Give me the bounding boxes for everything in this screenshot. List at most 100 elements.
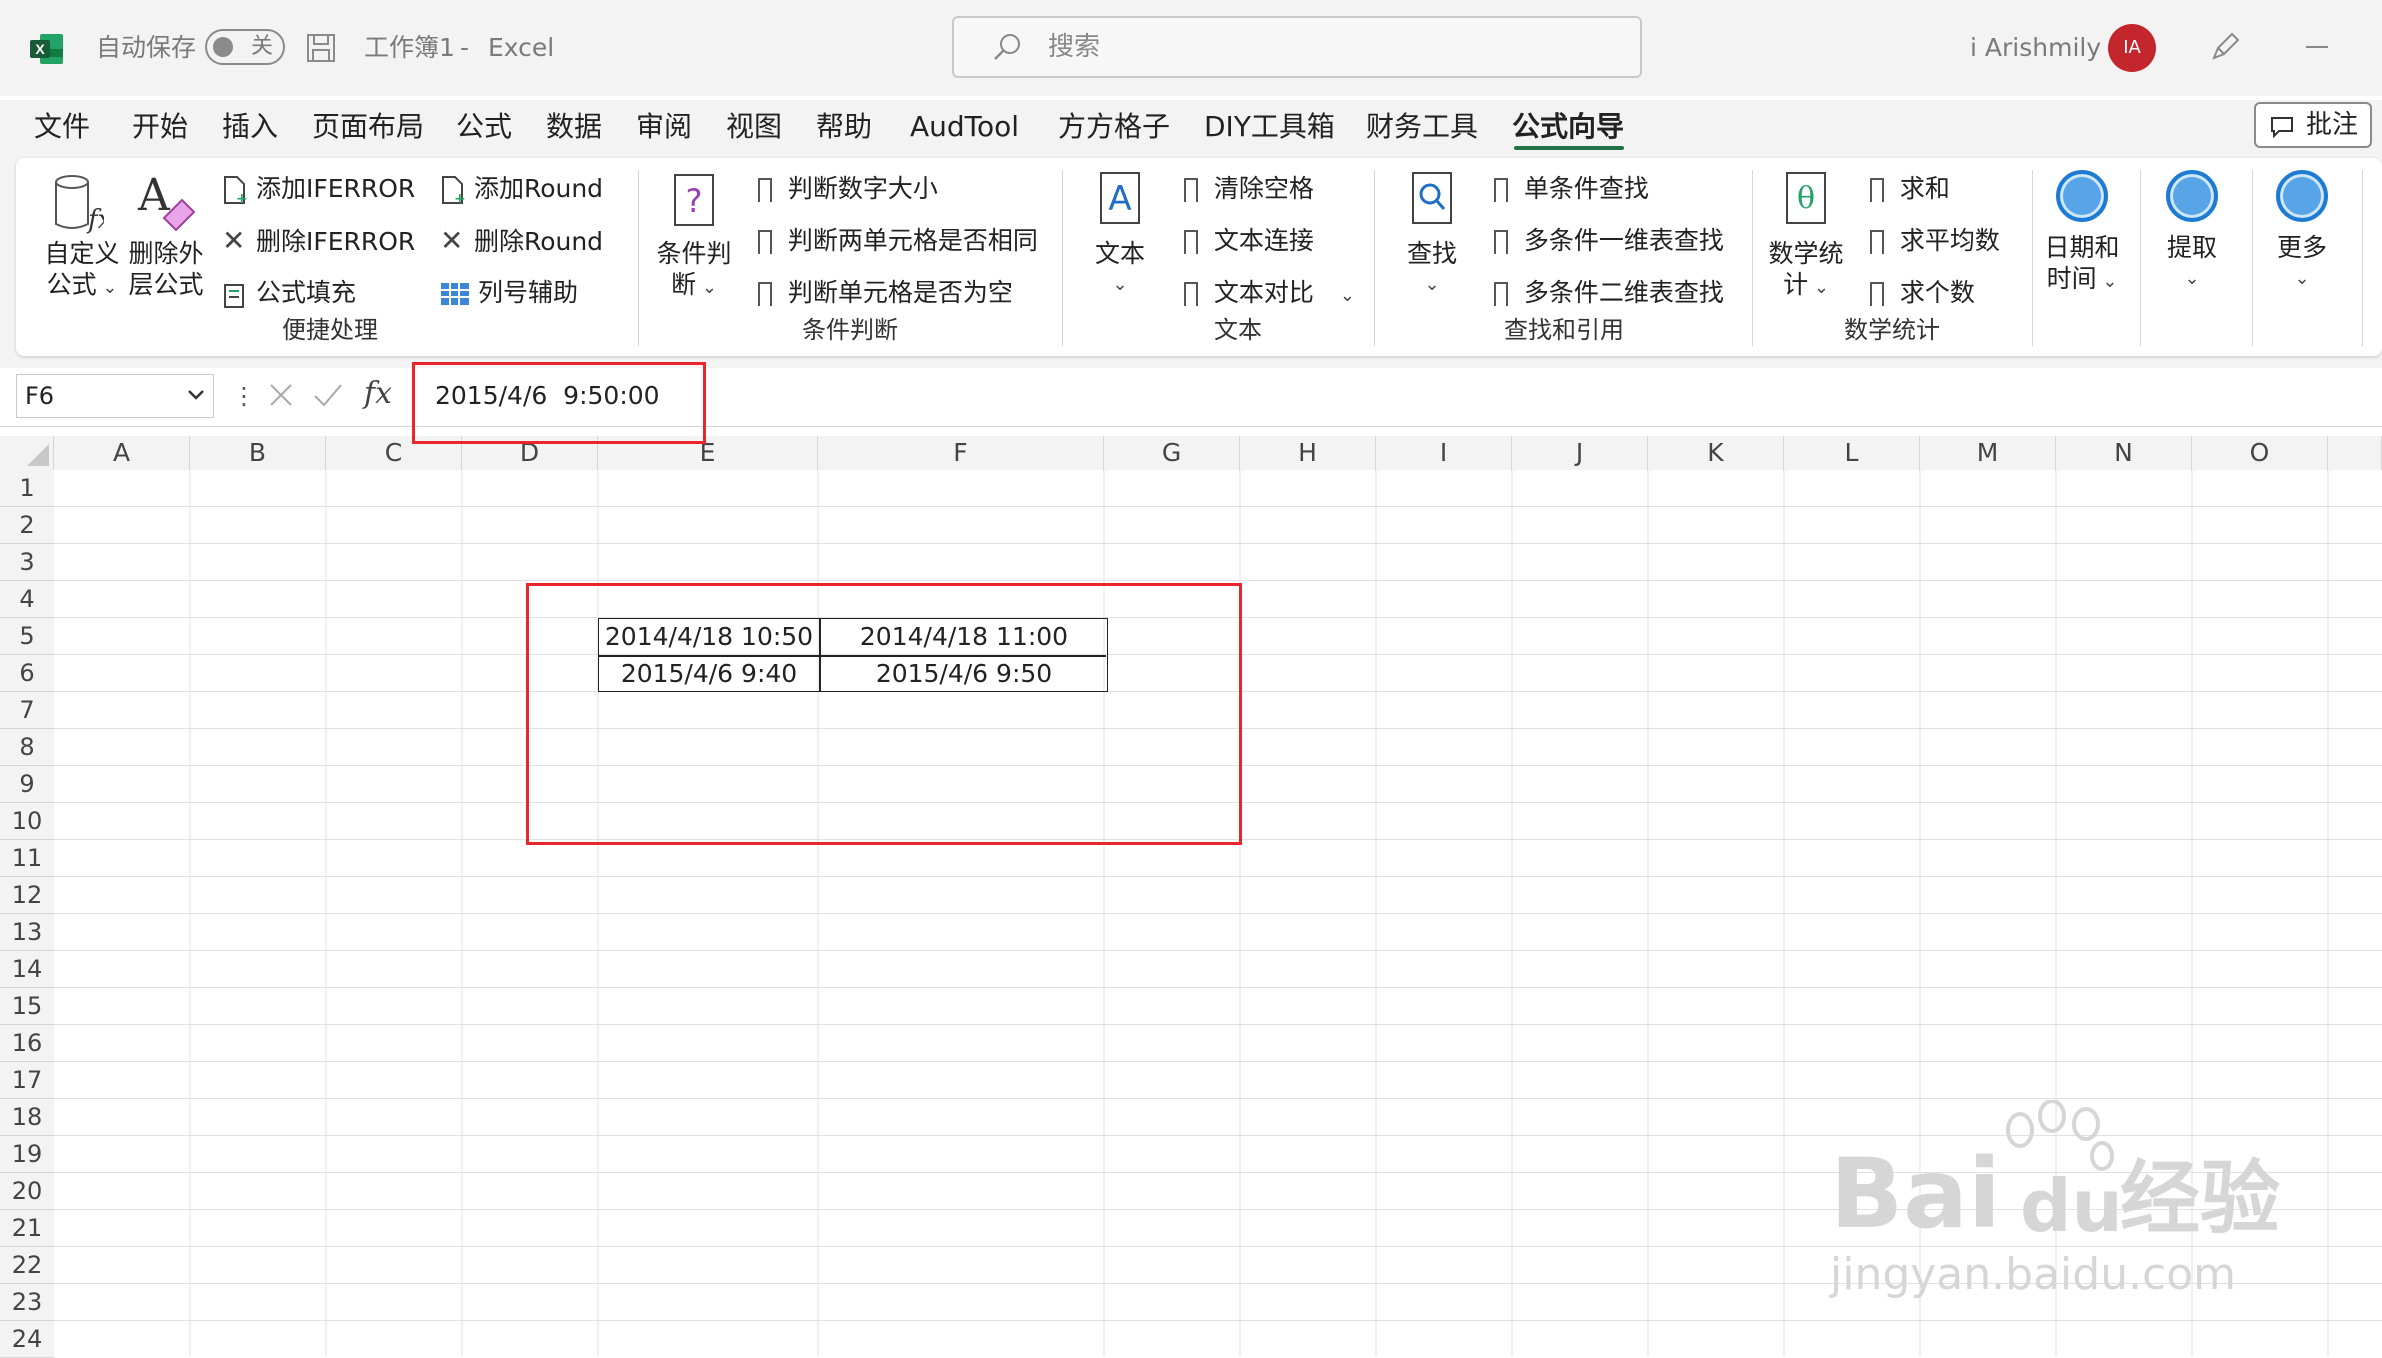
text-join-button[interactable]: 文本连接 (1184, 224, 1314, 258)
tab-finance-tools[interactable]: 财务工具 (1366, 108, 1478, 146)
avatar[interactable]: IA (2108, 24, 2156, 72)
text-button[interactable]: 文本 ⌄ (1086, 238, 1154, 300)
row-header-5[interactable]: 5 (0, 618, 54, 655)
tab-file[interactable]: 文件 (34, 108, 90, 146)
row-header-15[interactable]: 15 (0, 988, 54, 1025)
average-button[interactable]: 求平均数 (1870, 224, 2000, 258)
add-round-button[interactable]: + 添加Round (440, 172, 603, 207)
column-header-m[interactable]: M (1920, 436, 2056, 470)
lookup-button[interactable]: 查找 ⌄ (1398, 238, 1466, 300)
tab-help[interactable]: 帮助 (816, 108, 872, 146)
tab-page-layout[interactable]: 页面布局 (312, 108, 424, 146)
math-button[interactable]: 数学统 计 ⌄ (1766, 238, 1846, 303)
clear-spaces-button[interactable]: 清除空格 (1184, 172, 1314, 206)
tab-audtool[interactable]: AudTool (910, 108, 1019, 146)
more-button[interactable]: 更多 ⌄ (2266, 232, 2338, 294)
select-all-corner[interactable] (0, 436, 54, 470)
user-name[interactable]: i Arishmily (1970, 30, 2101, 66)
row-header-16[interactable]: 16 (0, 1025, 54, 1062)
multi-1d-lookup-button[interactable]: 多条件一维表查找 (1494, 224, 1724, 258)
row-header-11[interactable]: 11 (0, 840, 54, 877)
delete-round-button[interactable]: ✕ 删除Round (440, 224, 603, 259)
date-time-button[interactable]: 日期和 时间 ⌄ (2042, 232, 2122, 297)
row-header-24[interactable]: 24 (0, 1321, 54, 1358)
row-header-10[interactable]: 10 (0, 803, 54, 840)
column-header-h[interactable]: H (1240, 436, 1376, 470)
row-header-8[interactable]: 8 (0, 729, 54, 766)
extract-button[interactable]: 提取 ⌄ (2156, 232, 2228, 294)
custom-formula-button[interactable]: 自定义 公式 ⌄ (42, 238, 122, 303)
tab-data[interactable]: 数据 (546, 108, 602, 146)
row-header-7[interactable]: 7 (0, 692, 54, 729)
enter-icon[interactable] (312, 380, 344, 410)
column-header-g[interactable]: G (1104, 436, 1240, 470)
comment-button[interactable]: 批注 (2254, 102, 2372, 148)
text-compare-button[interactable]: 文本对比 ⌄ (1184, 276, 1355, 313)
tab-formulas[interactable]: 公式 (456, 108, 512, 146)
more-options-icon[interactable]: ⋮ (232, 382, 256, 410)
add-iferror-button[interactable]: + 添加IFERROR (222, 172, 415, 207)
row-header-20[interactable]: 20 (0, 1173, 54, 1210)
row-header-17[interactable]: 17 (0, 1062, 54, 1099)
autosave-toggle[interactable]: 关 (205, 29, 285, 65)
column-header-j[interactable]: J (1512, 436, 1648, 470)
multi-2d-lookup-button[interactable]: 多条件二维表查找 (1494, 276, 1724, 310)
row-header-23[interactable]: 23 (0, 1284, 54, 1321)
delete-iferror-button[interactable]: ✕ 删除IFERROR (222, 224, 415, 259)
tab-review[interactable]: 审阅 (636, 108, 692, 146)
app-name: Excel (488, 33, 555, 62)
column-header-l[interactable]: L (1784, 436, 1920, 470)
row-header-12[interactable]: 12 (0, 877, 54, 914)
row-header-13[interactable]: 13 (0, 914, 54, 951)
column-header-n[interactable]: N (2056, 436, 2192, 470)
pen-icon[interactable] (2208, 30, 2242, 64)
tab-diy-toolbox[interactable]: DIY工具箱 (1204, 108, 1335, 146)
tab-fangfang[interactable]: 方方格子 (1058, 108, 1170, 146)
row-header-14[interactable]: 14 (0, 951, 54, 988)
tab-formula-wizard[interactable]: 公式向导 (1512, 108, 1624, 146)
tab-insert[interactable]: 插入 (222, 108, 278, 146)
row-header-6[interactable]: 6 (0, 655, 54, 692)
row-header-19[interactable]: 19 (0, 1136, 54, 1173)
name-box[interactable]: F6 (16, 374, 214, 418)
insert-function-icon[interactable]: fx (364, 376, 392, 412)
text-join-label: 文本连接 (1213, 226, 1314, 255)
tab-view[interactable]: 视图 (726, 108, 782, 146)
column-header-i[interactable]: I (1376, 436, 1512, 470)
condition-button[interactable]: 条件判 断 ⌄ (652, 238, 736, 303)
cancel-icon[interactable] (266, 380, 296, 410)
column-header-f[interactable]: F (818, 436, 1104, 470)
column-header-k[interactable]: K (1648, 436, 1784, 470)
save-icon[interactable] (305, 32, 337, 64)
column-helper-button[interactable]: 列号辅助 (440, 276, 578, 310)
search-box[interactable]: 搜索 (952, 16, 1642, 78)
tab-home[interactable]: 开始 (132, 108, 188, 146)
close-icon: ✕ (222, 224, 246, 257)
row-header-21[interactable]: 21 (0, 1210, 54, 1247)
sum-button[interactable]: 求和 (1870, 172, 1950, 206)
column-header-o[interactable]: O (2192, 436, 2328, 470)
row-header-4[interactable]: 4 (0, 581, 54, 618)
formula-input[interactable]: 2015/4/6 9:50:00 (412, 374, 2382, 418)
minimize-icon[interactable] (2306, 46, 2328, 48)
math-label1: 数学统 (1768, 239, 1844, 268)
row-header-18[interactable]: 18 (0, 1099, 54, 1136)
row-header-3[interactable]: 3 (0, 544, 54, 581)
formula-fill-button[interactable]: 公式填充 (222, 276, 356, 310)
count-button[interactable]: 求个数 (1870, 276, 1975, 310)
row-header-9[interactable]: 9 (0, 766, 54, 803)
chevron-down-icon[interactable]: ⌄ (1340, 285, 1355, 306)
delete-outer-formula-button[interactable]: 删除外 层公式 (128, 238, 204, 300)
check-empty-button[interactable]: 判断单元格是否为空 (758, 276, 1013, 310)
delete-outer-formula-label2: 层公式 (128, 270, 204, 299)
column-header-b[interactable]: B (190, 436, 326, 470)
single-lookup-button[interactable]: 单条件查找 (1494, 172, 1649, 206)
column-header-a[interactable]: A (54, 436, 190, 470)
compare-numbers-button[interactable]: 判断数字大小 (758, 172, 938, 206)
row-header-22[interactable]: 22 (0, 1247, 54, 1284)
compare-cells-button[interactable]: 判断两单元格是否相同 (758, 224, 1038, 258)
date-time-label1: 日期和 (2044, 233, 2120, 262)
chevron-down-icon: ⌄ (2096, 271, 2118, 292)
row-header-2[interactable]: 2 (0, 507, 54, 544)
row-header-1[interactable]: 1 (0, 470, 54, 507)
